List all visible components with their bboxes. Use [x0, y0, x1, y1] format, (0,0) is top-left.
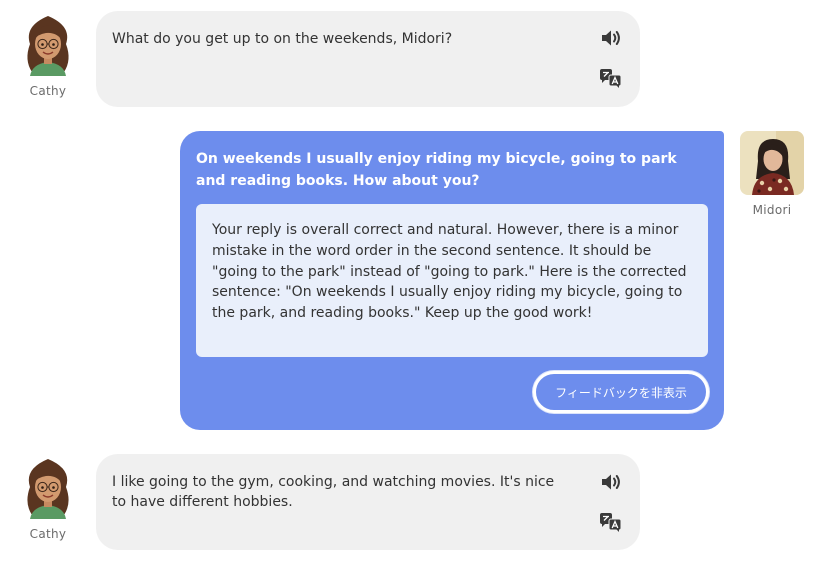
- play-audio-button[interactable]: [598, 470, 624, 494]
- hide-feedback-button[interactable]: フィードバックを非表示: [533, 371, 709, 413]
- speaker-icon: [602, 30, 620, 46]
- translate-icon: [600, 513, 622, 532]
- play-audio-button[interactable]: [598, 26, 624, 50]
- translate-button[interactable]: [598, 510, 624, 534]
- speaker-icon: [602, 474, 620, 490]
- cathy-avatar: [27, 16, 69, 76]
- cathy-avatar: [27, 459, 69, 519]
- cathy-avatar-group-2: Cathy: [20, 453, 76, 541]
- user-message-text: On weekends I usually enjoy riding my bi…: [196, 151, 677, 189]
- ai-message-text: I like going to the gym, cooking, and wa…: [112, 474, 555, 510]
- translate-icon: [600, 69, 622, 88]
- speaker-name: Cathy: [29, 527, 67, 541]
- cathy-avatar-group-1: Cathy: [20, 10, 76, 98]
- midori-avatar-group: Midori: [740, 131, 804, 217]
- feedback-text: Your reply is overall correct and natura…: [212, 222, 687, 322]
- feedback-panel: Your reply is overall correct and natura…: [196, 204, 708, 357]
- speaker-name: Cathy: [29, 84, 67, 98]
- chat-conversation: Cathy What do you get up to on the weeke…: [0, 0, 819, 561]
- speaker-name: Midori: [752, 203, 792, 217]
- ai-message-bubble: I like going to the gym, cooking, and wa…: [96, 454, 640, 550]
- ai-message-text: What do you get up to on the weekends, M…: [112, 31, 453, 47]
- ai-message-bubble: What do you get up to on the weekends, M…: [96, 11, 640, 107]
- midori-avatar: [740, 131, 804, 195]
- translate-button[interactable]: [598, 66, 624, 90]
- user-message-bubble: On weekends I usually enjoy riding my bi…: [180, 131, 724, 430]
